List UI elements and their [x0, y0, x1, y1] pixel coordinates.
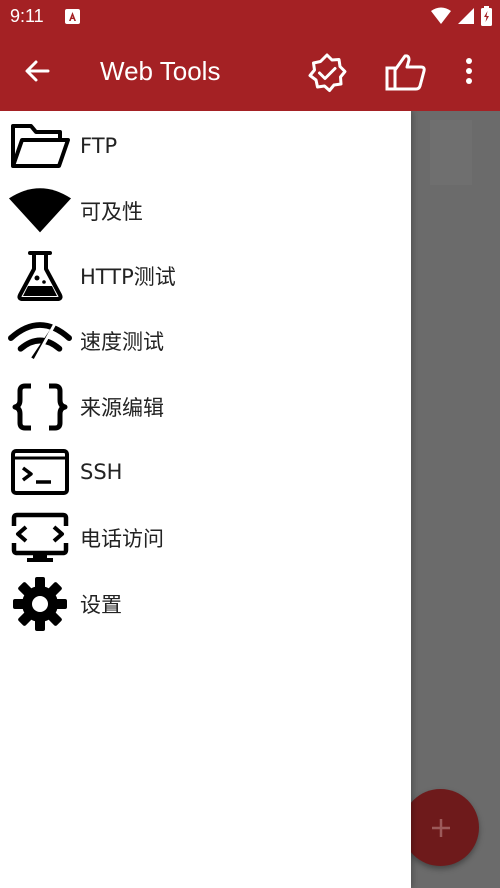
back-arrow-icon[interactable] [22, 56, 52, 90]
navigation-drawer: FTP 可及性 HTTP测试 速度测试 来源编辑 SSH 电话访问 设置 [0, 111, 411, 888]
verified-badge-icon[interactable] [306, 52, 348, 98]
more-options-icon[interactable] [464, 56, 474, 90]
add-fab-button[interactable] [402, 789, 479, 866]
drawer-item-ssh[interactable]: SSH [0, 439, 411, 505]
battery-icon [481, 6, 492, 30]
drawer-item-label: 电话访问 [80, 527, 164, 551]
flask-icon [8, 248, 72, 304]
drawer-item-label: 来源编辑 [80, 396, 164, 420]
drawer-item-source-editor[interactable]: 来源编辑 [0, 374, 411, 440]
drawer-item-label: HTTP测试 [80, 265, 176, 289]
wifi-signal-icon [431, 7, 451, 29]
page-title: Web Tools [100, 56, 221, 86]
speed-icon [8, 313, 72, 369]
drawer-item-http-test[interactable]: HTTP测试 [0, 243, 411, 309]
drawer-item-speed-test[interactable]: 速度测试 [0, 308, 411, 374]
plus-icon [429, 816, 453, 844]
drawer-item-reachability[interactable]: 可及性 [0, 178, 411, 244]
terminal-icon [8, 444, 72, 500]
notification-app-icon [65, 9, 80, 24]
folder-open-icon [8, 118, 72, 174]
drawer-item-phone-access[interactable]: 电话访问 [0, 505, 411, 571]
drawer-item-label: 可及性 [80, 200, 143, 224]
app-bar: Web Tools [0, 34, 500, 111]
background-card [430, 120, 472, 185]
thumbs-up-icon[interactable] [384, 52, 428, 96]
drawer-item-label: 设置 [80, 593, 122, 617]
status-bar: 9:11 [0, 0, 500, 34]
status-time: 9:11 [10, 6, 44, 26]
braces-icon [8, 379, 72, 435]
wifi-icon [8, 183, 72, 239]
drawer-item-label: FTP [80, 134, 118, 158]
drawer-item-label: SSH [80, 460, 123, 484]
cell-signal-icon [457, 7, 475, 29]
gear-icon [8, 576, 72, 632]
drawer-item-label: 速度测试 [80, 330, 164, 354]
monitor-code-icon [8, 510, 72, 566]
drawer-item-settings[interactable]: 设置 [0, 571, 411, 637]
drawer-item-ftp[interactable]: FTP [0, 113, 411, 179]
background-scrim[interactable] [411, 111, 500, 888]
